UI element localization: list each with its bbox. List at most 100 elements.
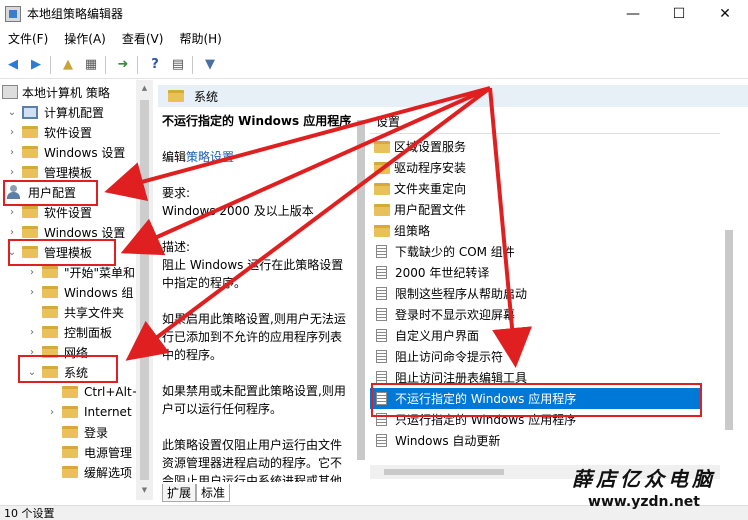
list-item[interactable]: 下载缺少的 COM 组件 xyxy=(370,241,700,262)
list-item[interactable]: 用户配置文件 xyxy=(370,199,700,220)
folder-icon xyxy=(374,182,390,195)
chevron-right-icon[interactable]: › xyxy=(46,407,58,418)
list-item[interactable]: 驱动程序安装 xyxy=(370,157,700,178)
list-item[interactable]: 限制这些程序从帮助启动 xyxy=(370,283,700,304)
requirement-label: 要求: xyxy=(162,186,191,200)
tab-standard[interactable]: 标准 xyxy=(196,484,231,502)
list-item-label: 区域设置服务 xyxy=(394,140,467,154)
tree-item-logon[interactable]: 登录 xyxy=(46,422,108,442)
chevron-right-icon[interactable]: › xyxy=(6,167,18,178)
chevron-down-icon[interactable]: ⌄ xyxy=(6,107,18,118)
scroll-thumb[interactable] xyxy=(384,469,504,475)
chevron-right-icon[interactable]: › xyxy=(6,147,18,158)
chevron-right-icon[interactable]: › xyxy=(26,267,38,278)
scroll-thumb[interactable] xyxy=(725,230,733,430)
description-label: 描述: xyxy=(162,240,191,254)
chevron-right-icon[interactable]: › xyxy=(26,287,38,298)
folder-icon xyxy=(22,126,38,138)
tree-item-admin-templates[interactable]: › 管理模板 xyxy=(6,162,92,182)
window-controls: — ☐ ✕ xyxy=(610,0,748,27)
scroll-down-icon[interactable]: ▼ xyxy=(140,486,149,494)
up-folder-icon[interactable]: ▲ xyxy=(58,55,78,75)
tree-item-label: Ctrl+Alt+ xyxy=(84,385,142,399)
export-list-icon[interactable]: ➜ xyxy=(113,55,133,75)
menu-view[interactable]: 查看(V) xyxy=(114,28,172,50)
menu-help[interactable]: 帮助(H) xyxy=(171,28,229,50)
help-icon[interactable]: ? xyxy=(145,55,165,75)
tree-item-control-panel[interactable]: › 控制面板 xyxy=(26,322,112,342)
list-item[interactable]: 自定义用户界面 xyxy=(370,325,700,346)
tree-item-label: 登录 xyxy=(84,425,109,440)
maximize-button[interactable]: ☐ xyxy=(656,0,702,27)
tree-item-internet[interactable]: › Internet xyxy=(46,402,132,422)
list-item-label: 自定义用户界面 xyxy=(395,329,480,343)
show-hide-tree-icon[interactable]: ▦ xyxy=(81,55,101,75)
folder-icon xyxy=(374,161,390,174)
list-item[interactable]: 组策略 xyxy=(370,220,700,241)
menu-file[interactable]: 文件(F) xyxy=(0,28,56,50)
minimize-button[interactable]: — xyxy=(610,0,656,27)
tree-item-power-management[interactable]: 电源管理 xyxy=(46,442,132,462)
menu-bar: 文件(F) 操作(A) 查看(V) 帮助(H) xyxy=(0,28,748,50)
policy-setting-icon xyxy=(376,266,387,279)
requirement-value: Windows 2000 及以上版本 xyxy=(162,204,314,218)
scroll-up-icon[interactable]: ▲ xyxy=(140,84,149,92)
tree-item-windows-settings[interactable]: › Windows 设置 xyxy=(6,142,125,162)
list-item-label: 用户配置文件 xyxy=(394,203,467,217)
description-scrollbar[interactable] xyxy=(354,108,368,480)
description-disabled: 如果禁用或未配置此策略设置,则用户可以运行任何程序。 xyxy=(162,384,346,416)
chevron-right-icon[interactable]: › xyxy=(6,207,18,218)
list-item[interactable]: 2000 年世纪转译 xyxy=(370,262,700,283)
tree-item-label: "开始"菜单和 xyxy=(64,265,136,280)
settings-column-header[interactable]: 设置 xyxy=(370,110,730,134)
tree-item-label: 控制面板 xyxy=(64,325,113,340)
tree-item-label: Internet xyxy=(84,405,132,419)
description-text: 阻止 Windows 运行在此策略设置中指定的程序。 xyxy=(162,258,344,290)
edit-prefix: 编辑 xyxy=(162,150,187,164)
list-item-label: 组策略 xyxy=(394,224,431,238)
tree-item-label: 共享文件夹 xyxy=(64,305,125,320)
list-item[interactable]: 登录时不显示欢迎屏幕 xyxy=(370,304,700,325)
menu-action[interactable]: 操作(A) xyxy=(56,28,114,50)
tree-item-computer-config[interactable]: ⌄ 计算机配置 xyxy=(6,102,104,122)
tree-item-ctrl-alt-del[interactable]: Ctrl+Alt+ xyxy=(46,382,142,402)
tree-root-label: 本地计算机 策略 xyxy=(22,85,110,100)
tree-root[interactable]: 本地计算机 策略 xyxy=(2,82,110,102)
list-item[interactable]: 阻止访问命令提示符 xyxy=(370,346,700,367)
edit-policy-link[interactable]: 策略设置 xyxy=(186,150,234,164)
policy-setting-icon xyxy=(376,434,387,447)
tab-extended[interactable]: 扩展 xyxy=(162,484,197,502)
tree-item-shared-folders[interactable]: 共享文件夹 xyxy=(26,302,124,322)
properties-icon[interactable]: ▤ xyxy=(168,55,188,75)
tree-item-software-settings[interactable]: › 软件设置 xyxy=(6,122,92,142)
tree-scrollbar[interactable]: ▲ ▼ xyxy=(136,80,153,500)
folder-icon xyxy=(62,426,78,438)
filter-icon[interactable]: ▼ xyxy=(200,55,220,75)
list-item[interactable]: 区域设置服务 xyxy=(370,136,700,157)
list-item[interactable]: Windows 自动更新 xyxy=(370,430,700,451)
tree-item-windows-components[interactable]: › Windows 组 xyxy=(26,282,133,302)
toolbar-divider xyxy=(50,55,51,74)
list-item-label: 文件夹重定向 xyxy=(394,182,467,196)
list-item-label: Windows 自动更新 xyxy=(395,434,501,448)
scroll-thumb[interactable] xyxy=(357,120,365,460)
chevron-right-icon[interactable]: › xyxy=(6,127,18,138)
chevron-right-icon[interactable]: › xyxy=(6,227,18,238)
scroll-thumb[interactable] xyxy=(140,100,149,480)
toolbar: ◀ ▶ ▲ ▦ ➜ ? ▤ ▼ xyxy=(0,51,748,79)
toolbar-divider xyxy=(105,55,106,74)
tree-item-mitigation-options[interactable]: 缓解选项 xyxy=(46,462,132,482)
folder-icon xyxy=(62,466,78,478)
navigation-tree: 本地计算机 策略 ⌄ 计算机配置 › 软件设置 › Windows 设置 › 管… xyxy=(0,80,152,500)
close-button[interactable]: ✕ xyxy=(702,0,748,27)
tree-item-label: 计算机配置 xyxy=(44,105,105,120)
forward-arrow-icon[interactable]: ▶ xyxy=(26,55,46,75)
back-arrow-icon[interactable]: ◀ xyxy=(3,55,23,75)
folder-icon xyxy=(22,146,38,158)
highlight-box-system xyxy=(18,355,118,383)
settings-scrollbar[interactable] xyxy=(720,110,737,465)
list-item[interactable]: 文件夹重定向 xyxy=(370,178,700,199)
content-header: 系统 xyxy=(158,85,748,107)
chevron-right-icon[interactable]: › xyxy=(26,327,38,338)
tree-item-label: Windows 设置 xyxy=(44,145,126,160)
